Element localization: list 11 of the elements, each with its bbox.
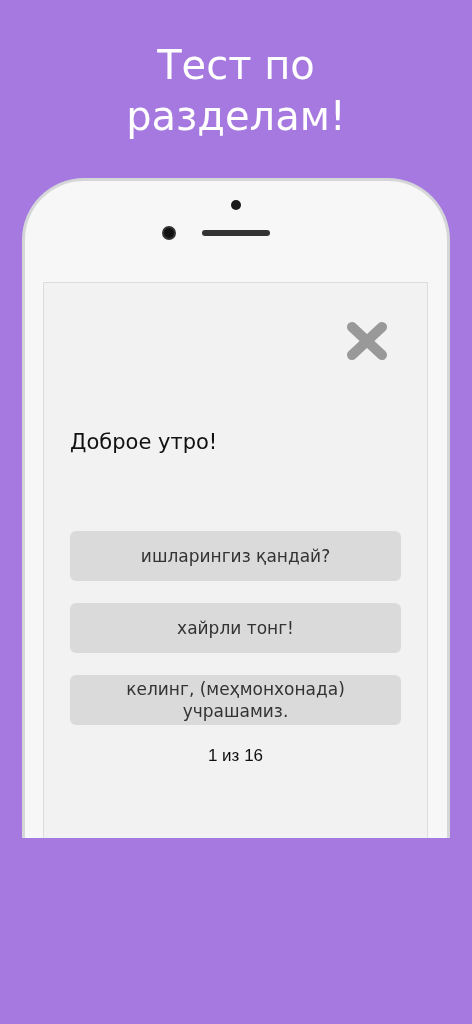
camera-icon <box>162 226 176 240</box>
page-title: Тест по разделам! <box>125 41 347 141</box>
answer-option[interactable]: хайрли тонг! <box>70 602 401 653</box>
answer-option[interactable]: келинг, (меҳмонхонада) учрашамиз. <box>70 674 401 725</box>
speaker-icon <box>202 230 270 236</box>
close-icon <box>346 321 388 361</box>
answer-option[interactable]: ишларингиз қандай? <box>70 530 401 581</box>
question-text: Доброе утро! <box>70 429 219 456</box>
close-button[interactable] <box>346 321 388 361</box>
sensor-icon <box>231 200 241 210</box>
progress-counter: 1 из 16 <box>206 744 265 767</box>
